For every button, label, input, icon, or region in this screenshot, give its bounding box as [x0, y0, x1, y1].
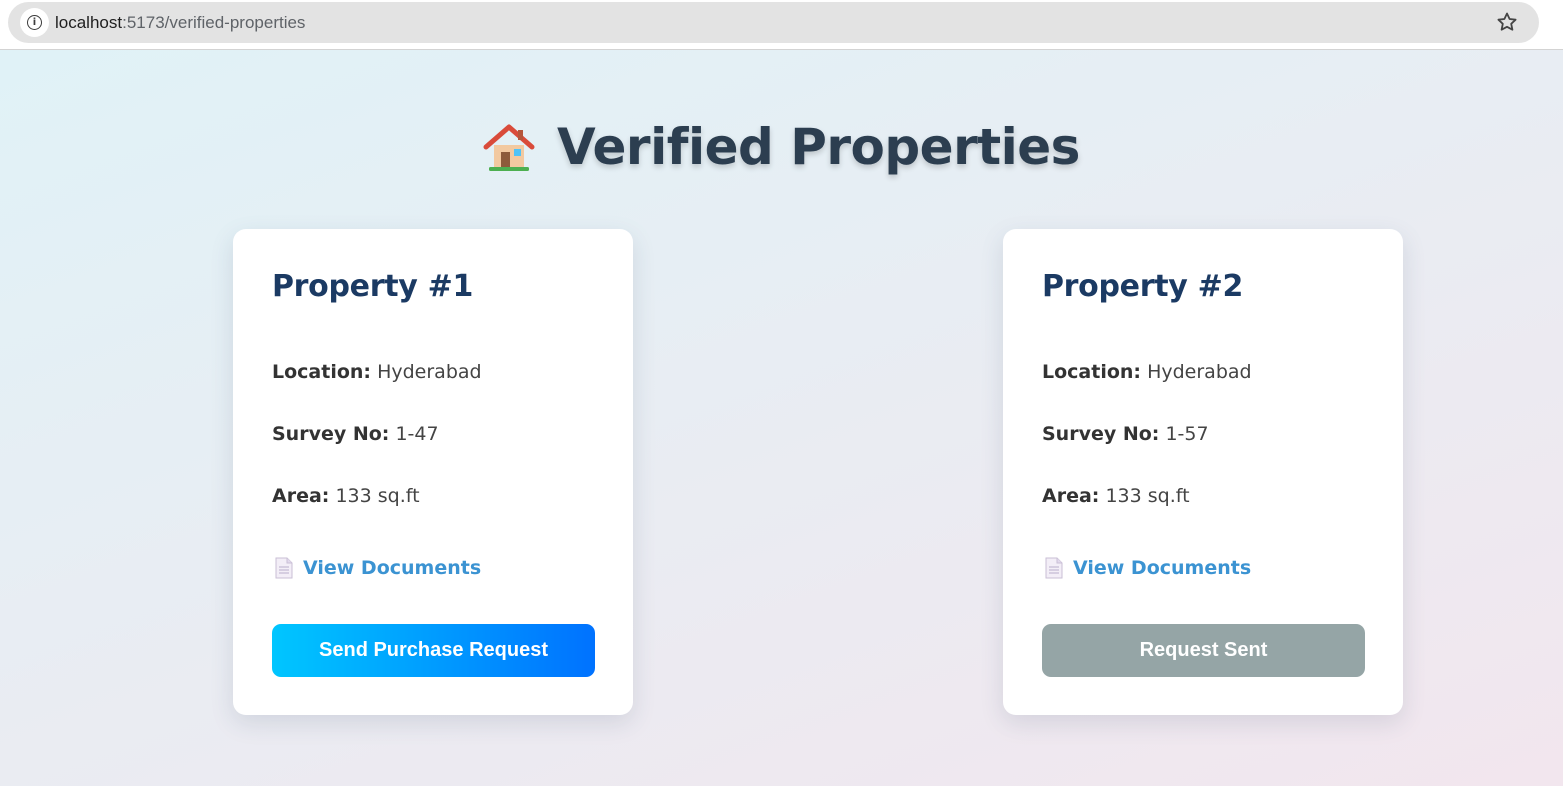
location-field: Location: Hyderabad [1042, 361, 1252, 383]
star-icon[interactable] [1495, 10, 1519, 34]
view-documents-link[interactable]: View Documents [1045, 557, 1251, 579]
request-sent-button[interactable]: Request Sent [1042, 624, 1365, 677]
area-field: Area: 133 sq.ft [1042, 485, 1190, 507]
property-card: Property #1 Location: Hyderabad Survey N… [233, 229, 633, 715]
location-field: Location: Hyderabad [272, 361, 482, 383]
property-card: Property #2 Location: Hyderabad Survey N… [1003, 229, 1403, 715]
survey-label: Survey No: [272, 423, 390, 445]
url-text[interactable]: localhost:5173/verified-properties [55, 13, 305, 33]
view-documents-label: View Documents [1073, 557, 1252, 579]
location-value: Hyderabad [1147, 361, 1252, 383]
property-title: Property #2 [1042, 269, 1244, 304]
view-documents-link[interactable]: View Documents [275, 557, 481, 579]
page-title: Verified Properties [557, 118, 1080, 176]
browser-toolbar: i localhost:5173/verified-properties [0, 0, 1563, 50]
address-bar[interactable]: i localhost:5173/verified-properties [8, 2, 1539, 43]
document-icon [1045, 557, 1063, 579]
document-icon [275, 557, 293, 579]
area-label: Area: [1042, 485, 1100, 507]
survey-field: Survey No: 1-47 [272, 423, 439, 445]
survey-value: 1-47 [395, 423, 439, 445]
area-field: Area: 133 sq.ft [272, 485, 420, 507]
area-value: 133 sq.ft [335, 485, 420, 507]
area-label: Area: [272, 485, 330, 507]
page-heading: Verified Properties [0, 118, 1563, 176]
url-host: localhost [55, 13, 123, 32]
house-icon [483, 124, 535, 171]
send-purchase-request-button[interactable]: Send Purchase Request [272, 624, 595, 677]
page-content: Verified Properties Property #1 Location… [0, 50, 1563, 786]
property-title: Property #1 [272, 269, 474, 304]
info-icon[interactable]: i [20, 8, 49, 37]
survey-value: 1-57 [1165, 423, 1209, 445]
view-documents-label: View Documents [303, 557, 482, 579]
url-path: :5173/verified-properties [122, 13, 306, 32]
survey-field: Survey No: 1-57 [1042, 423, 1209, 445]
survey-label: Survey No: [1042, 423, 1160, 445]
location-label: Location: [1042, 361, 1142, 383]
location-value: Hyderabad [377, 361, 482, 383]
area-value: 133 sq.ft [1105, 485, 1190, 507]
location-label: Location: [272, 361, 372, 383]
